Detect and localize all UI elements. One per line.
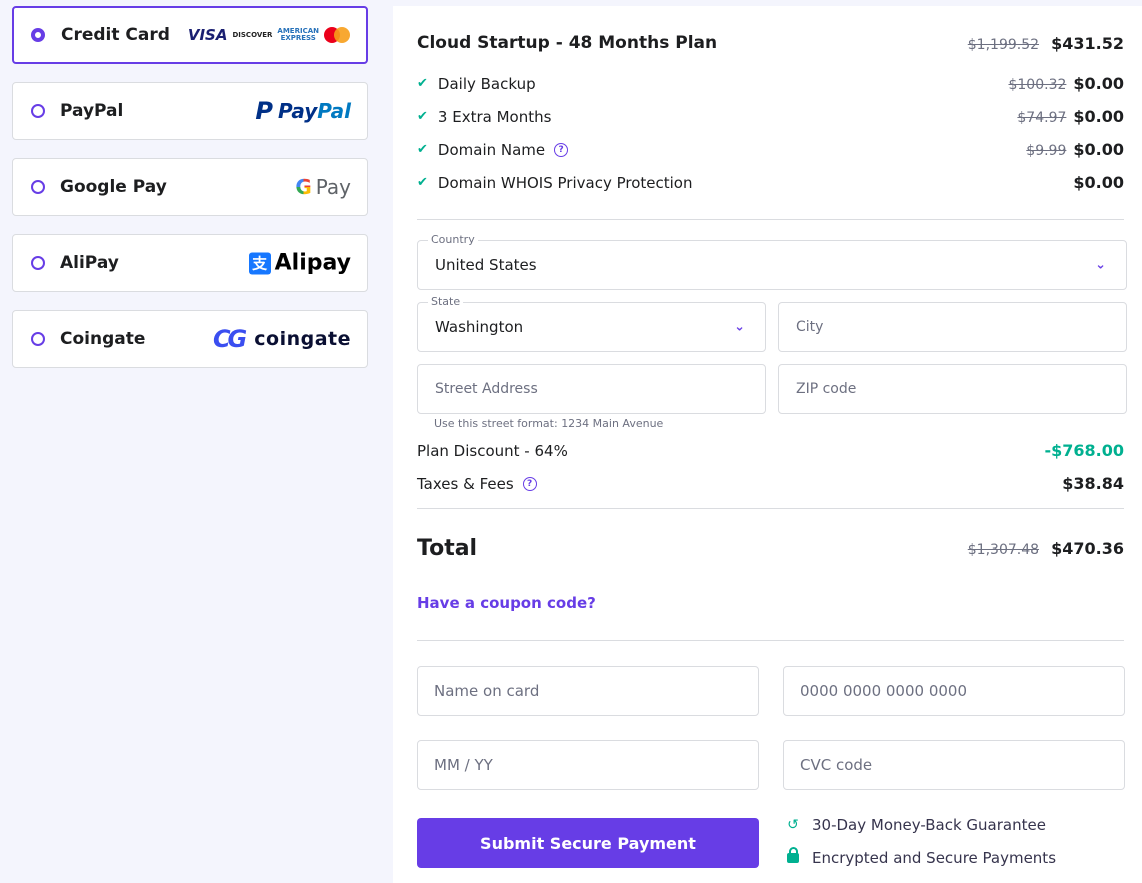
expiry-field[interactable]: MM / YY bbox=[417, 740, 759, 790]
city-field[interactable]: City bbox=[778, 302, 1127, 352]
divider bbox=[417, 640, 1124, 641]
state-label: State bbox=[428, 295, 464, 308]
submit-payment-button[interactable]: Submit Secure Payment bbox=[417, 818, 759, 868]
history-icon: ↺ bbox=[787, 817, 799, 833]
discount-row: Plan Discount - 64% -$768.00 bbox=[417, 441, 1124, 460]
google-pay-logo: G Pay bbox=[295, 175, 351, 199]
discount-label: Plan Discount - 64% bbox=[417, 441, 568, 460]
order-summary-panel: Cloud Startup - 48 Months Plan $1,199.52… bbox=[393, 6, 1142, 883]
street-address-field[interactable]: Street Address bbox=[417, 364, 766, 414]
radio-credit-card[interactable] bbox=[31, 28, 45, 42]
paypal-logo: P PayPal bbox=[255, 97, 351, 125]
taxes-label: Taxes & Fees bbox=[417, 474, 514, 493]
expiry-placeholder: MM / YY bbox=[434, 756, 493, 774]
name-on-card-placeholder: Name on card bbox=[434, 682, 540, 700]
item-old-price: $100.32 bbox=[1008, 77, 1067, 93]
total-value: $470.36 bbox=[1051, 539, 1124, 558]
item-price: $0.00 bbox=[1073, 173, 1124, 192]
payment-method-paypal[interactable]: PayPal P PayPal bbox=[12, 82, 368, 140]
total-row: Total $1,307.48 $470.36 bbox=[417, 536, 1124, 561]
card-number-placeholder: 0000 0000 0000 0000 bbox=[800, 682, 967, 700]
card-number-field[interactable]: 0000 0000 0000 0000 bbox=[783, 666, 1125, 716]
payment-method-google-pay[interactable]: Google Pay G Pay bbox=[12, 158, 368, 216]
mastercard-logo bbox=[324, 27, 350, 43]
chevron-down-icon: ⌄ bbox=[1095, 257, 1106, 273]
zip-code-field[interactable]: ZIP code bbox=[778, 364, 1127, 414]
state-value: Washington bbox=[435, 318, 524, 336]
guarantee-note: ↺ 30-Day Money-Back Guarantee bbox=[785, 816, 1046, 834]
payment-method-label: Credit Card bbox=[61, 25, 170, 45]
amex-logo: AMERICAN EXPRESS bbox=[277, 27, 319, 42]
total-old-price: $1,307.48 bbox=[967, 542, 1040, 558]
radio-coingate[interactable] bbox=[31, 332, 45, 346]
item-price: $0.00 bbox=[1073, 140, 1124, 159]
visa-logo: VISA bbox=[187, 26, 228, 44]
taxes-value: $38.84 bbox=[1062, 474, 1124, 493]
item-old-price: $74.97 bbox=[1017, 110, 1067, 126]
payment-method-credit-card[interactable]: Credit Card VISA DISCOVER AMERICAN EXPRES… bbox=[12, 6, 368, 64]
item-old-price: $9.99 bbox=[1026, 143, 1067, 159]
radio-paypal[interactable] bbox=[31, 104, 45, 118]
coingate-logo: CG coingate bbox=[212, 325, 351, 353]
line-item: ✔ Domain Name? $9.99 $0.00 bbox=[417, 140, 1124, 159]
line-item: ✔ Domain WHOIS Privacy Protection $0.00 bbox=[417, 173, 1124, 192]
item-price: $0.00 bbox=[1073, 74, 1124, 93]
coupon-link[interactable]: Have a coupon code? bbox=[417, 594, 596, 612]
divider bbox=[417, 508, 1124, 509]
secure-payment-note: Encrypted and Secure Payments bbox=[785, 847, 1056, 867]
radio-google-pay[interactable] bbox=[31, 180, 45, 194]
plan-title: Cloud Startup - 48 Months Plan bbox=[417, 33, 718, 53]
check-icon: ✔ bbox=[417, 109, 428, 124]
discount-value: -$768.00 bbox=[1044, 441, 1124, 460]
zip-placeholder: ZIP code bbox=[796, 381, 857, 397]
line-item: ✔ 3 Extra Months $74.97 $0.00 bbox=[417, 107, 1124, 126]
country-select[interactable]: Country United States ⌄ bbox=[417, 233, 1127, 290]
lock-icon bbox=[785, 847, 801, 867]
help-icon[interactable]: ? bbox=[522, 476, 537, 491]
check-icon: ✔ bbox=[417, 76, 428, 91]
payment-method-alipay[interactable]: AliPay 支 Alipay bbox=[12, 234, 368, 292]
payment-method-label: Coingate bbox=[60, 329, 146, 349]
plan-old-price: $1,199.52 bbox=[967, 36, 1040, 53]
total-label: Total bbox=[417, 536, 478, 561]
item-price: $0.00 bbox=[1073, 107, 1124, 126]
check-icon: ✔ bbox=[417, 175, 428, 190]
help-icon[interactable]: ? bbox=[554, 142, 569, 157]
plan-row: Cloud Startup - 48 Months Plan $1,199.52… bbox=[417, 33, 1124, 53]
street-format-hint: Use this street format: 1234 Main Avenue bbox=[434, 417, 664, 430]
cvc-field[interactable]: CVC code bbox=[783, 740, 1125, 790]
cvc-placeholder: CVC code bbox=[800, 756, 873, 774]
state-select[interactable]: State Washington ⌄ bbox=[417, 295, 766, 352]
country-label: Country bbox=[428, 233, 478, 246]
payment-method-label: AliPay bbox=[60, 253, 119, 273]
card-networks-logos: VISA DISCOVER AMERICAN EXPRESS bbox=[188, 26, 350, 44]
name-on-card-field[interactable]: Name on card bbox=[417, 666, 759, 716]
line-item: ✔ Daily Backup $100.32 $0.00 bbox=[417, 74, 1124, 93]
payment-method-label: Google Pay bbox=[60, 177, 167, 197]
taxes-row: Taxes & Fees? $38.84 bbox=[417, 474, 1124, 493]
city-placeholder: City bbox=[796, 319, 824, 335]
country-value: United States bbox=[435, 256, 537, 274]
plan-price: $431.52 bbox=[1051, 33, 1124, 53]
check-icon: ✔ bbox=[417, 142, 428, 157]
divider bbox=[417, 219, 1124, 220]
radio-alipay[interactable] bbox=[31, 256, 45, 270]
alipay-logo: 支 Alipay bbox=[248, 251, 351, 276]
chevron-down-icon: ⌄ bbox=[734, 319, 745, 335]
payment-method-label: PayPal bbox=[60, 101, 124, 121]
discover-logo: DISCOVER bbox=[232, 31, 273, 39]
payment-method-coingate[interactable]: Coingate CG coingate bbox=[12, 310, 368, 368]
street-placeholder: Street Address bbox=[435, 381, 538, 397]
